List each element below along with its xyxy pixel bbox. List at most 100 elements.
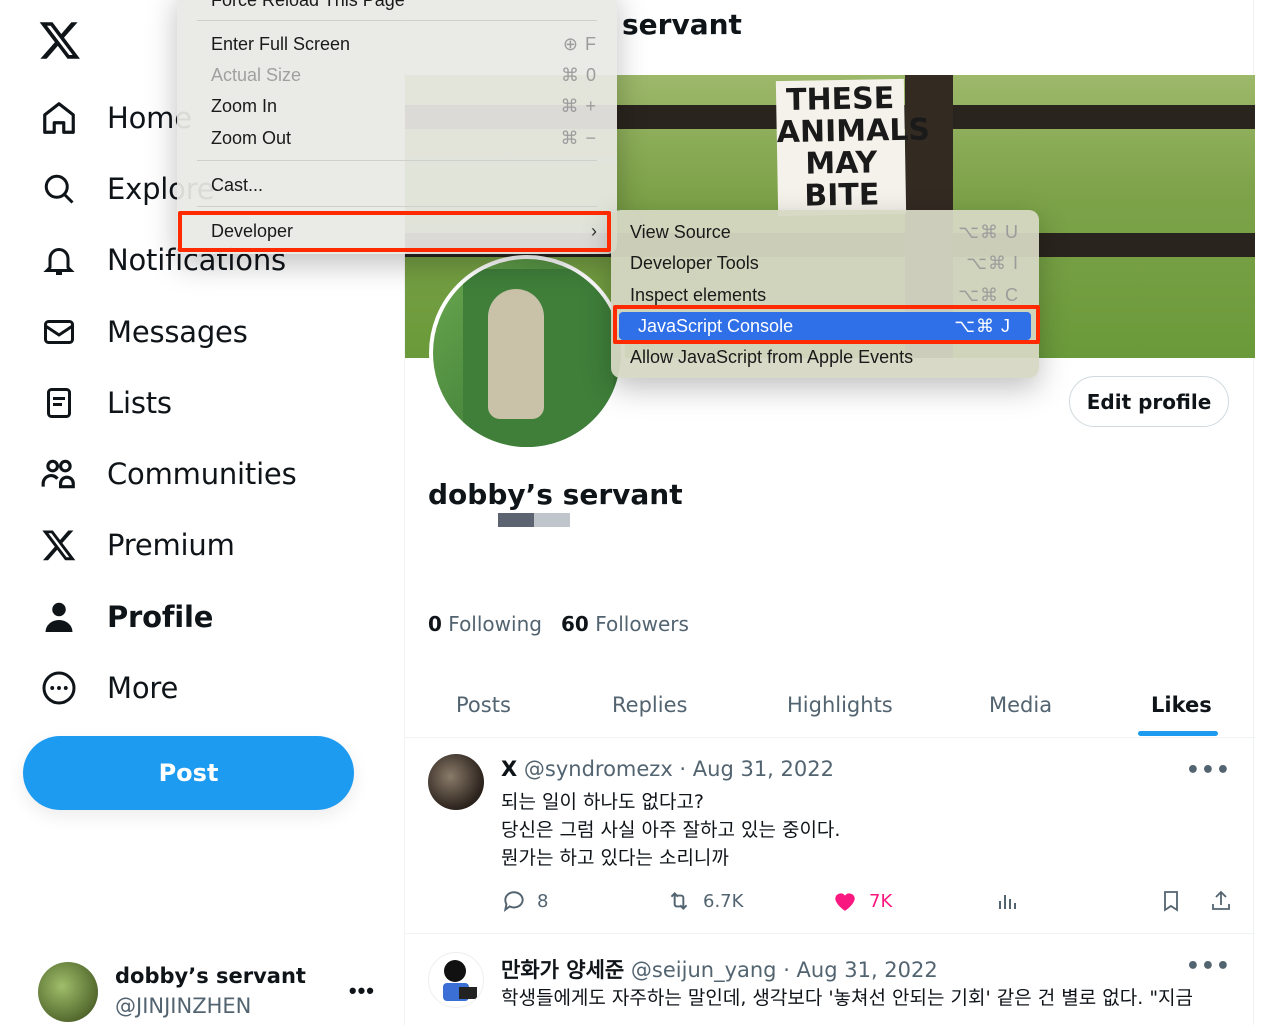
menu-shortcut: ⌥⌘ I	[966, 252, 1019, 273]
nav-label: Premium	[107, 528, 235, 562]
tweet-handle[interactable]: @syndromezx	[524, 757, 673, 781]
tab-media[interactable]: Media	[989, 672, 1052, 738]
menu-item-label: Zoom Out	[211, 127, 292, 148]
menu-item-actual-size: Actual Size ⌘ 0	[177, 61, 617, 89]
x-logo-icon[interactable]	[38, 18, 82, 62]
tweet-avatar[interactable]	[428, 754, 484, 810]
avatar-figure	[488, 289, 544, 419]
following-count: 0	[428, 612, 442, 636]
tab-highlights[interactable]: Highlights	[787, 672, 893, 738]
nav-premium[interactable]: Premium	[38, 517, 235, 573]
tweet[interactable]: 만화가 양세준 @seijun_yang · Aug 31, 2022 ••• …	[405, 934, 1255, 1025]
following-link[interactable]: 0 Following	[428, 612, 542, 636]
menu-item-allow-javascript[interactable]: Allow JavaScript from Apple Events	[611, 343, 1039, 371]
followers-count: 60	[561, 612, 589, 636]
heart-filled-icon	[835, 893, 855, 911]
tab-posts[interactable]: Posts	[456, 672, 511, 738]
people-icon	[38, 453, 80, 495]
tweet-text: 학생들에게도 자주하는 말인데, 생각보다 '놓쳐선 안되는 기회' 같은 건 …	[501, 987, 1194, 1009]
nav-label: Messages	[107, 315, 248, 349]
more-circle-icon	[38, 667, 80, 709]
retweet-button[interactable]: 6.7K	[665, 888, 743, 914]
menu-item-label: Inspect elements	[630, 284, 767, 305]
banner-sign: THESE ANIMALS MAY BITE	[775, 78, 930, 217]
search-icon	[38, 168, 80, 210]
tweet-author[interactable]: X	[501, 757, 517, 781]
nav-messages[interactable]: Messages	[38, 304, 248, 360]
x-logo-icon	[38, 524, 80, 566]
profile-tabs: Posts Replies Highlights Media Likes	[405, 672, 1255, 738]
tweet-handle[interactable]: @seijun_yang	[631, 958, 777, 982]
nav-more[interactable]: More	[38, 660, 178, 716]
tweet-avatar[interactable]	[428, 952, 484, 1008]
tweet-more-icon[interactable]: •••	[1186, 758, 1231, 783]
retweet-icon	[670, 892, 688, 910]
tab-replies[interactable]: Replies	[612, 672, 687, 738]
menu-item-label: Actual Size	[211, 64, 302, 85]
nav-home[interactable]: Home	[38, 90, 192, 146]
tweet-more-icon[interactable]: •••	[1186, 954, 1231, 979]
account-switcher[interactable]: dobby’s servant @JINJINZHEN •••	[38, 960, 383, 1024]
reply-button[interactable]: 8	[501, 888, 548, 914]
edit-profile-button[interactable]: Edit profile	[1069, 376, 1229, 427]
retweet-count: 6.7K	[703, 890, 744, 912]
menu-shortcut: ⌘ −	[560, 127, 597, 148]
menu-item-label: Enter Full Screen	[211, 33, 351, 54]
tweet-date[interactable]: Aug 31, 2022	[693, 757, 834, 781]
views-button[interactable]	[995, 888, 1029, 914]
menu-shortcut: ⌥⌘ C	[958, 284, 1019, 305]
menu-item-force-reload[interactable]: Force Reload This Page	[177, 0, 617, 14]
nav-profile[interactable]: Profile	[38, 589, 213, 645]
post-button[interactable]: Post	[23, 736, 354, 810]
reply-count: 8	[537, 890, 549, 912]
menu-item-developer-tools[interactable]: Developer Tools ⌥⌘ I	[611, 249, 1039, 277]
active-tab-indicator	[1138, 731, 1218, 736]
bookmark-icon	[1164, 891, 1178, 912]
tweet-actions: 8 6.7K 7K	[501, 888, 1231, 918]
list-icon	[38, 382, 80, 424]
share-button[interactable]	[1209, 888, 1243, 914]
annotation-box-javascript-console	[613, 305, 1040, 344]
tab-likes[interactable]: Likes	[1151, 672, 1212, 738]
reply-icon	[503, 891, 524, 912]
tweet-author[interactable]: 만화가 양세준	[501, 958, 624, 982]
nav-communities[interactable]: Communities	[38, 446, 297, 502]
bell-icon	[38, 239, 80, 281]
menu-item-cast[interactable]: Cast...	[177, 171, 617, 199]
share-icon	[1212, 890, 1230, 910]
menu-item-label: View Source	[630, 221, 731, 242]
menu-shortcut: ⊕ F	[562, 33, 597, 54]
menu-item-full-screen[interactable]: Enter Full Screen ⊕ F	[177, 30, 617, 58]
followers-link[interactable]: 60 Followers	[561, 612, 689, 636]
tweet-meta: 만화가 양세준 @seijun_yang · Aug 31, 2022	[501, 958, 938, 982]
nav-label: Communities	[107, 457, 297, 491]
more-dots-icon[interactable]: •••	[349, 978, 375, 1004]
menu-shortcut: ⌘ 0	[560, 64, 597, 85]
menu-item-zoom-out[interactable]: Zoom Out ⌘ −	[177, 124, 617, 152]
like-count: 7K	[869, 890, 893, 912]
tweet[interactable]: X @syndromezx · Aug 31, 2022 ••• 되는 일이 하…	[405, 738, 1255, 934]
tweet-date[interactable]: Aug 31, 2022	[797, 958, 938, 982]
annotation-box-developer	[178, 211, 611, 252]
menu-item-view-source[interactable]: View Source ⌥⌘ U	[611, 218, 1039, 246]
nav-label: Lists	[107, 386, 172, 420]
analytics-icon	[999, 895, 1016, 909]
menu-item-label: Zoom In	[211, 95, 278, 116]
menu-separator	[197, 20, 597, 21]
developer-submenu: View Source ⌥⌘ U Developer Tools ⌥⌘ I In…	[611, 210, 1039, 378]
menu-separator	[197, 160, 597, 161]
nav-lists[interactable]: Lists	[38, 375, 172, 431]
mail-icon	[38, 311, 80, 353]
menu-item-label: Cast...	[211, 174, 264, 195]
bookmark-button[interactable]	[1159, 888, 1193, 914]
menu-item-label: Force Reload This Page	[211, 0, 405, 11]
redacted-handle	[498, 513, 570, 527]
menu-shortcut: ⌘ +	[560, 95, 597, 116]
page-title: servant	[622, 8, 742, 41]
like-button[interactable]: 7K	[831, 888, 892, 914]
home-icon	[38, 97, 80, 139]
following-label: Following	[448, 612, 542, 636]
profile-avatar[interactable]	[429, 255, 625, 451]
account-name: dobby’s servant	[115, 964, 306, 988]
menu-item-zoom-in[interactable]: Zoom In ⌘ +	[177, 92, 617, 120]
